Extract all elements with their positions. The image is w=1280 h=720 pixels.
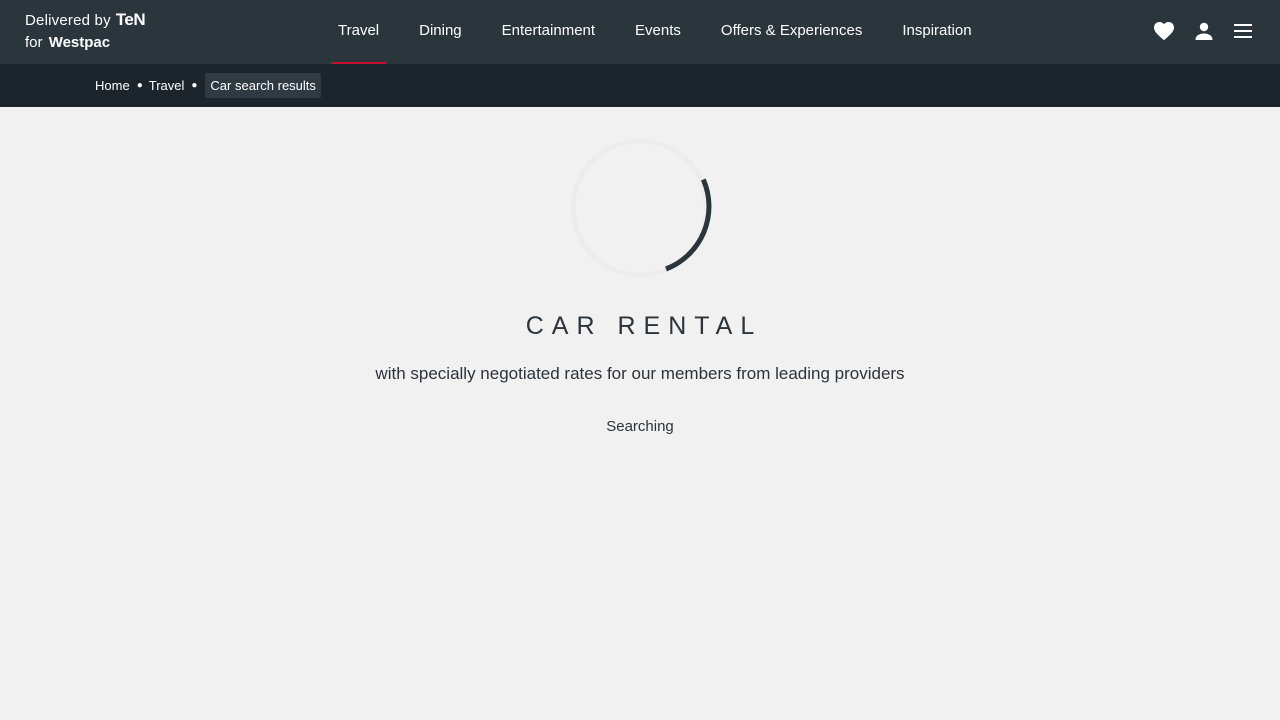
- nav-item-dining[interactable]: Dining: [399, 0, 482, 64]
- nav-item-entertainment[interactable]: Entertainment: [482, 0, 615, 64]
- main-nav: Travel Dining Entertainment Events Offer…: [318, 0, 992, 64]
- logo-bank: Westpac: [48, 34, 111, 51]
- logo-delivered-by: Delivered by: [25, 12, 111, 29]
- nav-item-inspiration[interactable]: Inspiration: [882, 0, 991, 64]
- logo-line-2: for Westpac: [25, 32, 145, 54]
- menu-icon[interactable]: [1231, 19, 1255, 43]
- heart-icon[interactable]: [1152, 19, 1176, 43]
- logo-line-1: Delivered by TeN: [25, 9, 146, 32]
- page-title: CAR RENTAL: [525, 312, 763, 340]
- breadcrumb-separator: ●: [136, 80, 143, 91]
- loading-spinner: [566, 138, 714, 278]
- breadcrumb-separator: ●: [191, 80, 198, 91]
- breadcrumb-current: Car search results: [205, 73, 321, 98]
- breadcrumb-home[interactable]: Home: [95, 78, 130, 93]
- logo-brand: TeN: [115, 10, 146, 29]
- breadcrumb-bar: Home ● Travel ● Car search results: [0, 64, 1280, 107]
- user-icon[interactable]: [1192, 19, 1216, 43]
- nav-item-events[interactable]: Events: [615, 0, 701, 64]
- top-navigation-bar: Delivered by TeN for Westpac Travel Dinin…: [0, 0, 1280, 64]
- logo-for: for: [25, 34, 43, 51]
- nav-item-travel[interactable]: Travel: [318, 0, 399, 64]
- breadcrumb-travel[interactable]: Travel: [149, 78, 185, 93]
- breadcrumb: Home ● Travel ● Car search results: [95, 72, 321, 99]
- nav-item-offers-experiences[interactable]: Offers & Experiences: [701, 0, 882, 64]
- search-status: Searching: [606, 418, 674, 435]
- logo[interactable]: Delivered by TeN for Westpac: [25, 9, 146, 54]
- page-subtitle: with specially negotiated rates for our …: [375, 364, 905, 383]
